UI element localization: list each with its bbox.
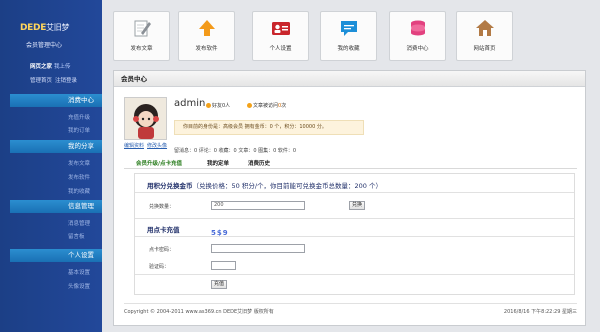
sidebar-item-recharge[interactable]: 充值升级 — [68, 113, 90, 121]
chat-bubble-icon — [340, 21, 357, 36]
toolbar-label: 发布文章 — [130, 46, 153, 52]
avatar-image — [125, 98, 166, 139]
footer: Copyright © 2004-2011 www.as369.cn DEDE艾… — [124, 303, 577, 315]
pencil-doc-icon — [134, 20, 151, 37]
panel-title: 会员中心 — [114, 71, 585, 87]
toolbar-label: 个人设置 — [269, 46, 292, 52]
sidebar-item-publish-article[interactable]: 发布文章 — [68, 159, 90, 167]
group-head-info[interactable]: 信息管理 — [10, 200, 102, 213]
friends-text: 好友0人 — [212, 103, 231, 109]
friends-icon — [206, 103, 211, 108]
sidebar: DEDE艾旧梦 会员管理中心 网页之家 我上传 管理首页 注销登录 消费中心 充值升… — [0, 0, 102, 332]
logout-link[interactable]: 我上传 — [54, 64, 71, 70]
home-link-manage[interactable]: 管理首页 — [30, 78, 52, 84]
exchange-amount-input[interactable]: 200 — [211, 201, 305, 210]
toolbar-publish-software-button[interactable]: 发布软件 — [178, 11, 235, 61]
captcha-image: 5$9 — [211, 229, 229, 237]
upload-arrow-icon — [198, 20, 215, 36]
tab-my-orders[interactable]: 我的定单 — [207, 159, 229, 167]
toolbar-favorites-button[interactable]: 我的收藏 — [320, 11, 377, 61]
toolbar-label: 发布软件 — [195, 46, 218, 52]
coins-stack-icon — [410, 20, 425, 36]
user-line: 网页之家 我上传 — [30, 62, 71, 70]
id-card-icon — [271, 22, 290, 35]
divider — [135, 192, 574, 193]
divider — [135, 236, 574, 237]
tab-upgrade-recharge[interactable]: 会员升级/点卡充值 — [136, 159, 182, 167]
card-password-input[interactable] — [211, 244, 305, 253]
member-center-panel: 会员中心 编辑资料 修改头像 admin 好友0人 文章被访问0次 你目前的身份是… — [113, 70, 586, 326]
change-avatar-link[interactable]: 修改头像 — [147, 143, 167, 149]
recharge-button[interactable]: 充值 — [211, 280, 227, 289]
username: admin — [174, 98, 206, 109]
logo-brand: DEDE — [20, 23, 47, 33]
toolbar-label: 网站首页 — [473, 46, 496, 52]
captcha-label: 验证码： — [149, 264, 170, 270]
edit-profile-link[interactable]: 编辑资料 — [124, 143, 144, 149]
sidebar-item-messages[interactable]: 消息管理 — [68, 219, 90, 227]
visits-suffix: 次 — [281, 103, 287, 109]
logo-cn: 艾旧梦 — [46, 23, 70, 32]
group-head-share[interactable]: 我的分享 — [10, 140, 102, 153]
recharge-section-title: 用点卡充值 — [147, 226, 180, 234]
exchange-note: （兑换价格：50 积分/个，你目前能可兑换金币总数量：200 个） — [192, 182, 383, 190]
sidebar-item-orders[interactable]: 我的订单 — [68, 126, 90, 134]
tab-divider — [124, 168, 577, 169]
stats-line: 留消息：0 评论：0 收藏：0 文章：0 图集：0 软件：0 — [174, 148, 297, 154]
visits-prefix: 文章被访问 — [253, 103, 279, 109]
toolbar-personal-settings-button[interactable]: 个人设置 — [252, 11, 309, 61]
visits-icon — [247, 103, 252, 108]
home-icon — [475, 20, 494, 36]
home-links: 管理首页 注销登录 — [30, 76, 77, 84]
avatar-links: 编辑资料 修改头像 — [124, 142, 167, 149]
toolbar-label: 我的收藏 — [337, 46, 360, 52]
current-user[interactable]: 网页之家 — [30, 64, 52, 70]
article-visits: 文章被访问0次 — [247, 102, 286, 109]
group-head-settings[interactable]: 个人设置 — [10, 249, 102, 262]
exchange-section-title: 用积分兑换金币（兑换价格：50 积分/个，你目前能可兑换金币总数量：200 个） — [147, 180, 382, 190]
footer-datetime: 2016/8/16 下午8:22:29 星期三 — [503, 309, 577, 315]
tab-consume-history[interactable]: 消费历史 — [248, 159, 270, 167]
exchange-button[interactable]: 兑换 — [349, 201, 365, 210]
captcha-input[interactable] — [211, 261, 236, 270]
logo: DEDE艾旧梦 — [20, 22, 69, 33]
home-link-logout[interactable]: 注销登录 — [55, 78, 77, 84]
friends-count[interactable]: 好友0人 — [206, 102, 230, 109]
recharge-form-box: 用积分兑换金币（兑换价格：50 积分/个，你目前能可兑换金币总数量：200 个）… — [134, 173, 575, 295]
exchange-title-text: 用积分兑换金币 — [147, 182, 193, 190]
identity-info-bar: 你目前的身份是：高级会员 拥有金币：0 个，积分：10000 分。 — [174, 120, 364, 135]
sidebar-item-avatar-settings[interactable]: 头像设置 — [68, 282, 90, 290]
exchange-amount-label: 兑换数量： — [149, 204, 175, 210]
card-password-label: 点卡密码： — [149, 247, 175, 253]
toolbar-label: 消费中心 — [406, 46, 429, 52]
sidebar-item-publish-software[interactable]: 发布软件 — [68, 173, 90, 181]
sidebar-item-basic-settings[interactable]: 基本设置 — [68, 268, 90, 276]
divider — [135, 218, 574, 219]
copyright-text: Copyright © 2004-2011 www.as369.cn DEDE艾… — [124, 309, 274, 315]
sidebar-item-guestbook[interactable]: 留言板 — [68, 232, 85, 240]
toolbar-consume-center-button[interactable]: 消费中心 — [389, 11, 446, 61]
divider — [135, 274, 574, 275]
avatar — [124, 97, 167, 140]
group-head-consume[interactable]: 消费中心 — [10, 94, 102, 107]
sidebar-item-favorites[interactable]: 我的收藏 — [68, 187, 90, 195]
sidebar-subtitle: 会员管理中心 — [26, 42, 63, 49]
toolbar-site-home-button[interactable]: 网站首页 — [456, 11, 513, 61]
toolbar-publish-article-button[interactable]: 发布文章 — [113, 11, 170, 61]
